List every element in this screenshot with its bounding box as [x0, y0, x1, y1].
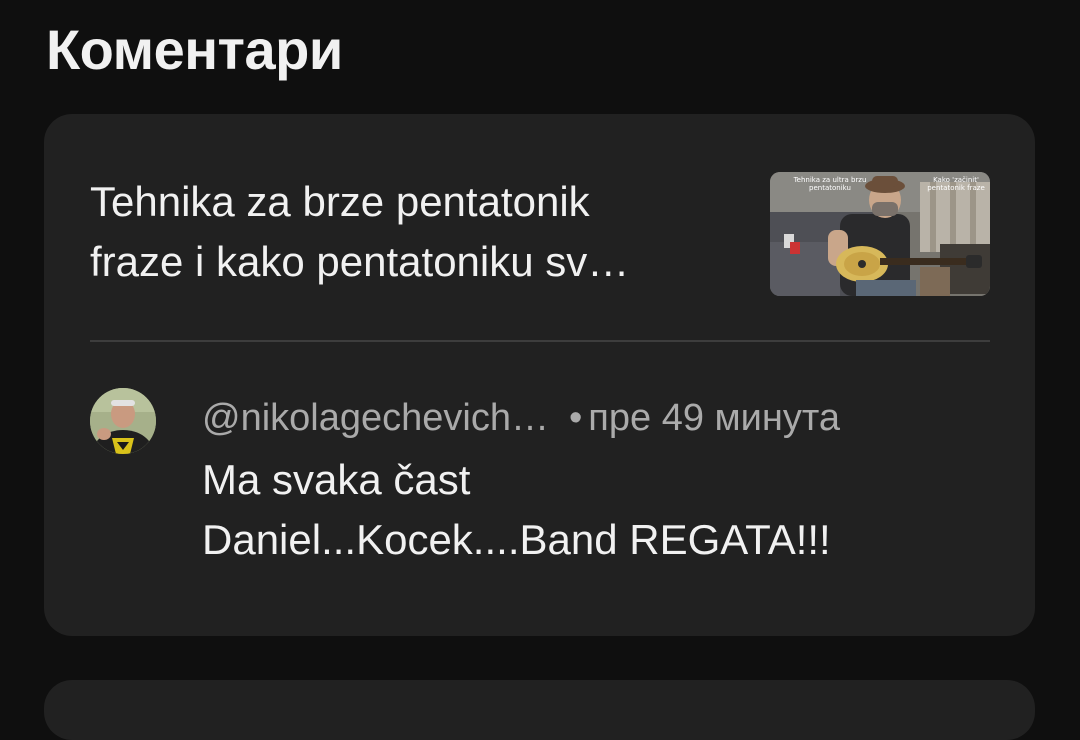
meta-separator: •: [568, 397, 583, 439]
comment-text: Ma svaka čast Daniel...Kocek....Band REG…: [202, 450, 982, 570]
next-comment-card[interactable]: [44, 680, 1035, 740]
comment-text-line-1: Ma svaka čast: [202, 456, 471, 503]
avatar[interactable]: [90, 388, 156, 454]
divider: [90, 340, 990, 342]
comment-item[interactable]: @nikolagechevich… • пре 49 минута Ma svaka…: [90, 388, 990, 588]
video-title[interactable]: Tehnika za brze pentatonik fraze i kako …: [90, 172, 710, 292]
comment-text-line-2: Daniel...Kocek....Band REGATA!!!: [202, 516, 831, 563]
avatar-image: [90, 388, 156, 454]
comment-timestamp: пре 49 минута: [588, 397, 840, 439]
video-thumbnail[interactable]: Tehnika za ultra brzu pentatoniku Kako '…: [770, 172, 990, 296]
comment-author[interactable]: @nikolagechevich…: [202, 397, 549, 439]
comment-meta: @nikolagechevich… • пре 49 минута: [202, 396, 840, 440]
thumbnail-caption-right: Kako 'začinit' pentatonik fraze: [927, 176, 985, 192]
page-title: Коментари: [46, 18, 343, 81]
thumbnail-caption-left: Tehnika za ultra brzu pentatoniku: [793, 176, 867, 192]
video-title-line-1: Tehnika za brze pentatonik: [90, 178, 590, 225]
video-reference[interactable]: Tehnika za brze pentatonik fraze i kako …: [90, 166, 990, 296]
video-title-line-2: fraze i kako pentatoniku sv…: [90, 238, 630, 285]
comment-card[interactable]: Tehnika za brze pentatonik fraze i kako …: [44, 114, 1035, 636]
